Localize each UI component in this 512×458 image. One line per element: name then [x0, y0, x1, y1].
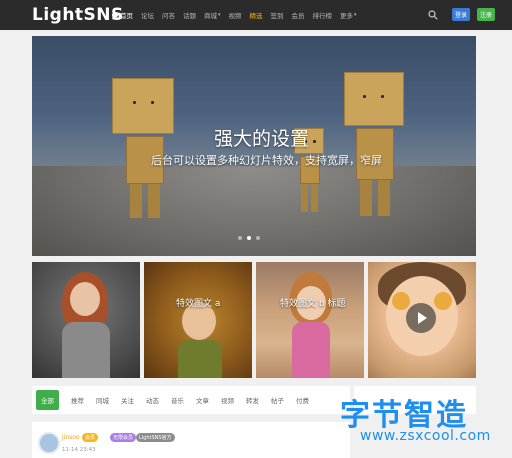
- tab-recommend[interactable]: 推荐: [71, 395, 84, 405]
- tab-activity[interactable]: 动态: [146, 395, 159, 405]
- tab-local[interactable]: 同城: [96, 395, 109, 405]
- nav-item-qa[interactable]: 问答: [162, 10, 175, 20]
- tab-video[interactable]: 视频: [221, 395, 234, 405]
- badge-member: 无限会员: [110, 433, 137, 442]
- nav-item-video[interactable]: 视频: [229, 10, 242, 20]
- hero-slider[interactable]: 强大的设置 后台可以设置多种幻灯片特效，支持宽屏，窄屏: [32, 36, 476, 256]
- nav-item-shop[interactable]: 商城 ▾: [204, 10, 221, 20]
- chevron-down-icon: ▾: [218, 12, 221, 18]
- feed-post[interactable]: jinsoo 会员 无限会员 LightSNS官方 11-14 23:43: [32, 422, 350, 458]
- thumbnail-card[interactable]: 特效图文 b 标题: [256, 262, 364, 378]
- slider-dot[interactable]: [256, 236, 260, 240]
- tab-paid[interactable]: 付费: [296, 395, 309, 405]
- avatar[interactable]: [38, 432, 60, 454]
- chevron-down-icon: ▾: [354, 12, 357, 18]
- tab-all[interactable]: 全部: [36, 390, 59, 410]
- post-username[interactable]: jinsoo: [62, 434, 80, 441]
- hero-ground: [32, 166, 476, 256]
- main-nav: 首页 论坛 问答 话题 商城 ▾ 视频 精选 签到 会员 排行榜 更多 ▾: [112, 0, 365, 30]
- post-time: 11-14 23:43: [62, 447, 96, 453]
- feed-tabs: 全部 推荐 同城 关注 动态 音乐 文章 视频 转发 帖子 付费: [32, 386, 350, 414]
- tab-post[interactable]: 帖子: [271, 395, 284, 405]
- site-logo[interactable]: LightSNS: [32, 5, 124, 25]
- nav-item-ranking[interactable]: 排行榜: [313, 10, 333, 20]
- hero-subtitle: 后台可以设置多种幻灯片特效，支持宽屏，窄屏: [151, 154, 382, 167]
- nav-item-featured[interactable]: 精选: [250, 10, 263, 20]
- nav-item-forum[interactable]: 论坛: [141, 10, 154, 20]
- thumbnail-caption: 特效图文 b 标题: [280, 299, 346, 309]
- tab-follow[interactable]: 关注: [121, 395, 134, 405]
- top-navbar: LightSNS 首页 论坛 问答 话题 商城 ▾ 视频 精选 签到 会员 排行榜…: [0, 0, 512, 30]
- watermark-url: www.zsxcool.com: [360, 428, 491, 444]
- thumbnail-card[interactable]: 特效图文 a: [144, 262, 252, 378]
- login-button[interactable]: 登录: [452, 8, 470, 21]
- badge-official: LightSNS官方: [136, 433, 175, 442]
- slider-dot[interactable]: [238, 236, 242, 240]
- tab-article[interactable]: 文章: [196, 395, 209, 405]
- play-icon[interactable]: [406, 303, 436, 333]
- slider-dot[interactable]: [247, 236, 251, 240]
- nav-item-topic[interactable]: 话题: [183, 10, 196, 20]
- nav-item-home[interactable]: 首页: [112, 10, 133, 20]
- home-icon: [112, 12, 118, 18]
- badge-vip: 会员: [82, 433, 99, 442]
- hero-title: 强大的设置: [214, 128, 310, 150]
- thumbnail-caption: 特效图文 a: [176, 299, 221, 309]
- tab-music[interactable]: 音乐: [171, 395, 184, 405]
- slider-dots: [238, 236, 265, 240]
- register-button[interactable]: 注册: [477, 8, 495, 21]
- thumbnail-card[interactable]: [32, 262, 140, 378]
- nav-item-more[interactable]: 更多 ▾: [340, 10, 357, 20]
- nav-item-vip[interactable]: 会员: [292, 10, 305, 20]
- tab-repost[interactable]: 转发: [246, 395, 259, 405]
- search-icon[interactable]: [428, 10, 438, 20]
- nav-item-signin[interactable]: 签到: [271, 10, 284, 20]
